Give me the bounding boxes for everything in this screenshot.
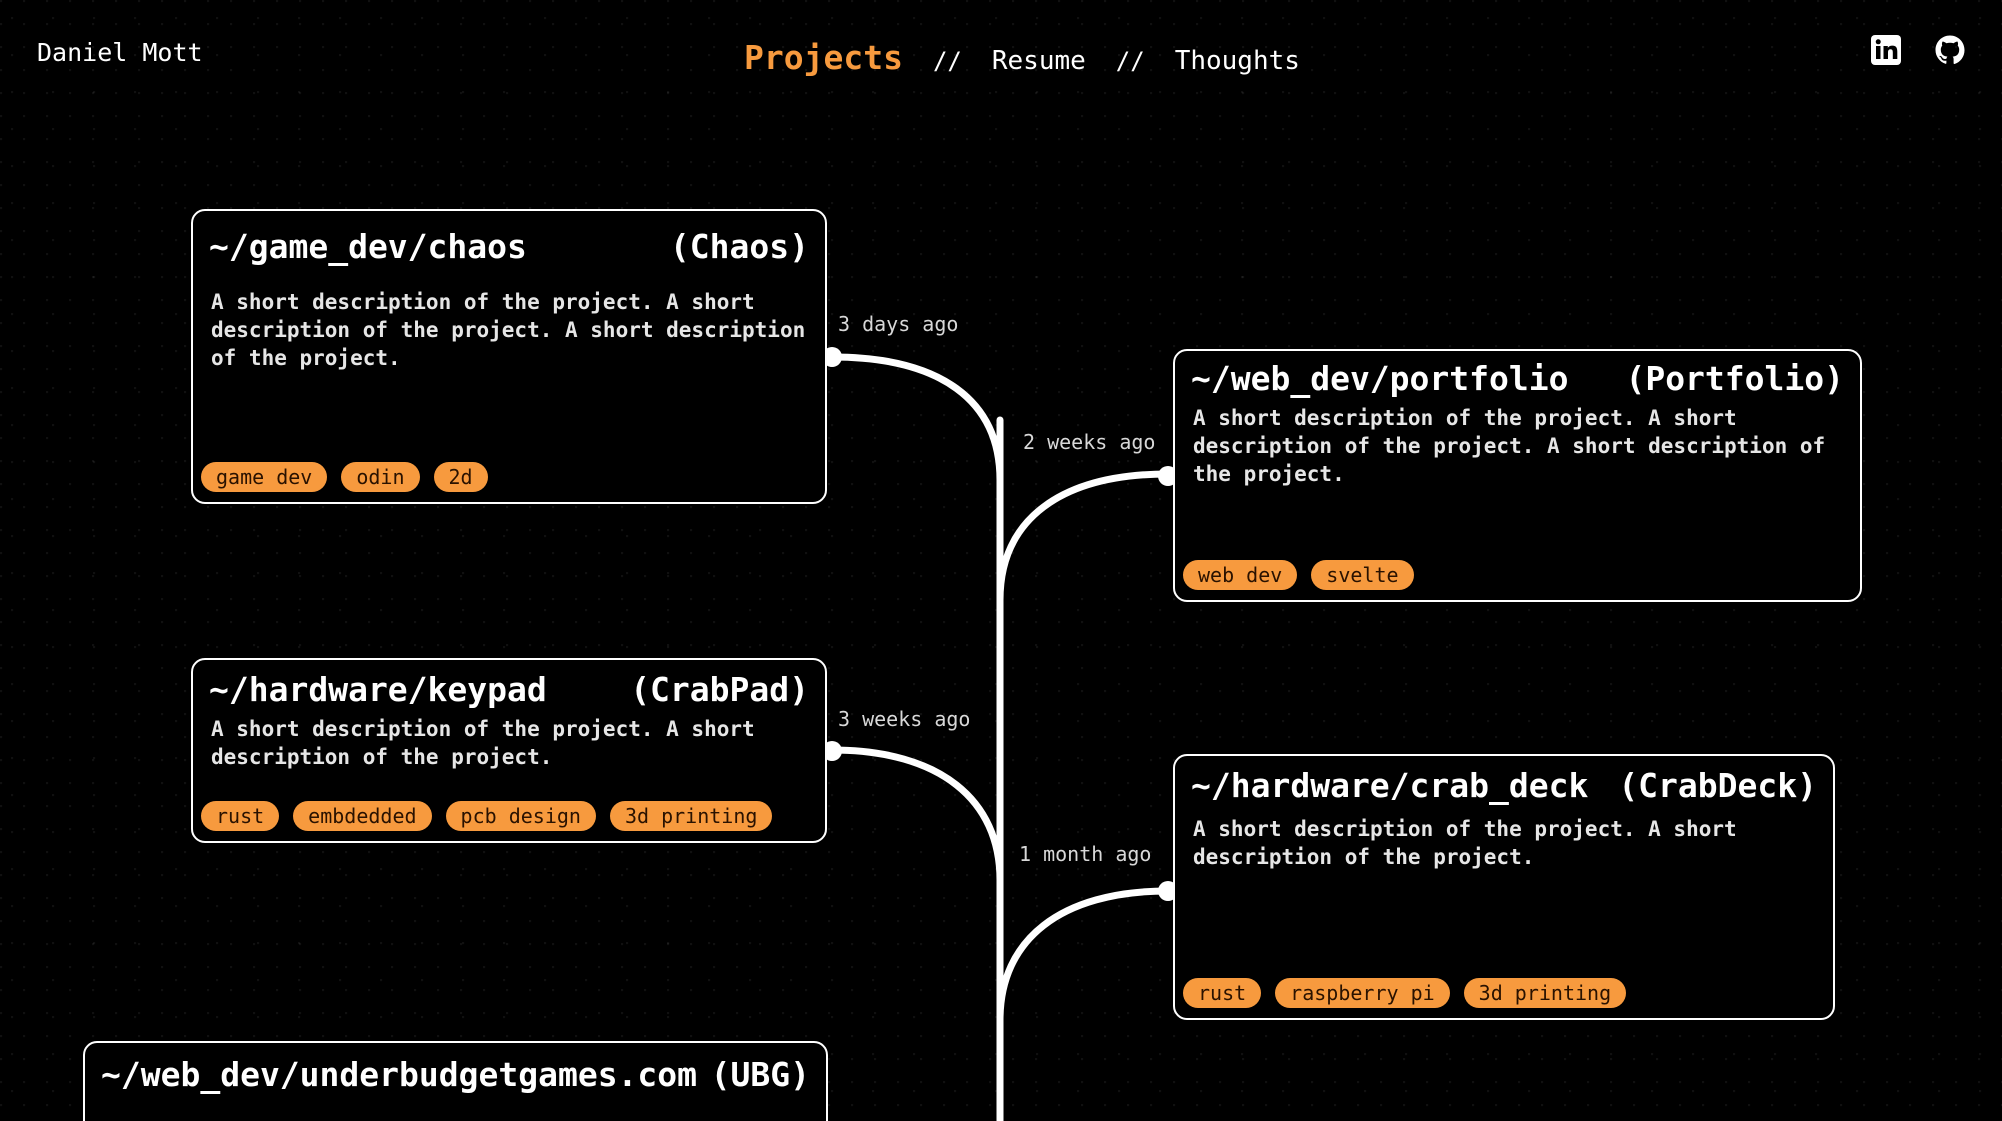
branch-crabpad bbox=[828, 746, 1004, 884]
project-path: ~/game_dev/chaos bbox=[209, 227, 527, 266]
project-date-label: 3 weeks ago bbox=[838, 707, 971, 731]
main-nav: Projects // Resume // Thoughts bbox=[744, 38, 1300, 77]
project-name: (CrabDeck) bbox=[1618, 766, 1817, 805]
branch-chaos bbox=[828, 353, 1004, 484]
project-path: ~/hardware/crab_deck bbox=[1191, 766, 1589, 805]
tag[interactable]: game dev bbox=[201, 462, 328, 492]
project-tags: web dev svelte bbox=[1183, 560, 1414, 590]
social-links bbox=[1870, 34, 1966, 66]
project-card-header: ~/hardware/crab_deck (CrabDeck) bbox=[1175, 756, 1833, 805]
linkedin-icon[interactable] bbox=[1870, 34, 1902, 66]
project-tags: game dev odin 2d bbox=[201, 462, 488, 492]
tag[interactable]: web dev bbox=[1183, 560, 1298, 590]
tag[interactable]: 3d printing bbox=[609, 801, 773, 831]
nav-separator: // bbox=[932, 47, 962, 75]
project-description: A short description of the project. A sh… bbox=[211, 290, 806, 370]
tag[interactable]: embdedded bbox=[293, 801, 432, 831]
project-card-header: ~/web_dev/underbudgetgames.com (UBG) bbox=[85, 1043, 826, 1094]
project-tags: rust raspberry pi 3d printing bbox=[1183, 978, 1627, 1008]
tag[interactable]: 2d bbox=[433, 462, 488, 492]
project-card-crabpad[interactable]: ~/hardware/keypad (CrabPad) A short desc… bbox=[191, 658, 827, 843]
project-date-label: 3 days ago bbox=[838, 312, 959, 336]
nav-resume-link[interactable]: Resume bbox=[992, 46, 1086, 76]
project-name: (CrabPad) bbox=[630, 670, 809, 709]
project-tags: rust embdedded pcb design 3d printing bbox=[201, 801, 773, 831]
tag[interactable]: 3d printing bbox=[1463, 978, 1627, 1008]
project-path: ~/web_dev/underbudgetgames.com bbox=[101, 1055, 698, 1094]
tag[interactable]: rust bbox=[201, 801, 280, 831]
branch-crabdeck bbox=[996, 887, 1172, 1024]
project-card-header: ~/web_dev/portfolio (Portfolio) bbox=[1175, 351, 1860, 398]
tag[interactable]: svelte bbox=[1311, 560, 1414, 590]
project-path: ~/web_dev/portfolio bbox=[1191, 359, 1569, 398]
tag[interactable]: odin bbox=[341, 462, 420, 492]
project-card-header: ~/game_dev/chaos (Chaos) bbox=[193, 211, 825, 266]
site-owner-name[interactable]: Daniel Mott bbox=[37, 38, 203, 67]
branch-portfolio bbox=[996, 470, 1172, 604]
project-date-label: 1 month ago bbox=[1019, 842, 1152, 866]
nav-separator: // bbox=[1115, 47, 1145, 75]
tag[interactable]: raspberry pi bbox=[1275, 978, 1450, 1008]
project-card-crabdeck[interactable]: ~/hardware/crab_deck (CrabDeck) A short … bbox=[1173, 754, 1835, 1020]
project-card-header: ~/hardware/keypad (CrabPad) bbox=[193, 660, 825, 709]
project-card-ubg[interactable]: ~/web_dev/underbudgetgames.com (UBG) bbox=[83, 1041, 828, 1121]
project-description: A short description of the project. A sh… bbox=[1193, 817, 1737, 869]
nav-projects-link[interactable]: Projects bbox=[744, 38, 903, 77]
project-name: (Chaos) bbox=[669, 227, 809, 266]
nav-thoughts-link[interactable]: Thoughts bbox=[1175, 46, 1300, 76]
tag[interactable]: rust bbox=[1183, 978, 1262, 1008]
project-name: (Portfolio) bbox=[1625, 359, 1844, 398]
project-description: A short description of the project. A sh… bbox=[1193, 406, 1826, 486]
project-card-chaos[interactable]: ~/game_dev/chaos (Chaos) A short descrip… bbox=[191, 209, 827, 504]
project-path: ~/hardware/keypad bbox=[209, 670, 547, 709]
tag[interactable]: pcb design bbox=[445, 801, 596, 831]
project-name: (UBG) bbox=[710, 1055, 810, 1094]
github-icon[interactable] bbox=[1934, 34, 1966, 66]
project-date-label: 2 weeks ago bbox=[1023, 430, 1156, 454]
project-description: A short description of the project. A sh… bbox=[211, 717, 755, 769]
project-card-portfolio[interactable]: ~/web_dev/portfolio (Portfolio) A short … bbox=[1173, 349, 1862, 602]
